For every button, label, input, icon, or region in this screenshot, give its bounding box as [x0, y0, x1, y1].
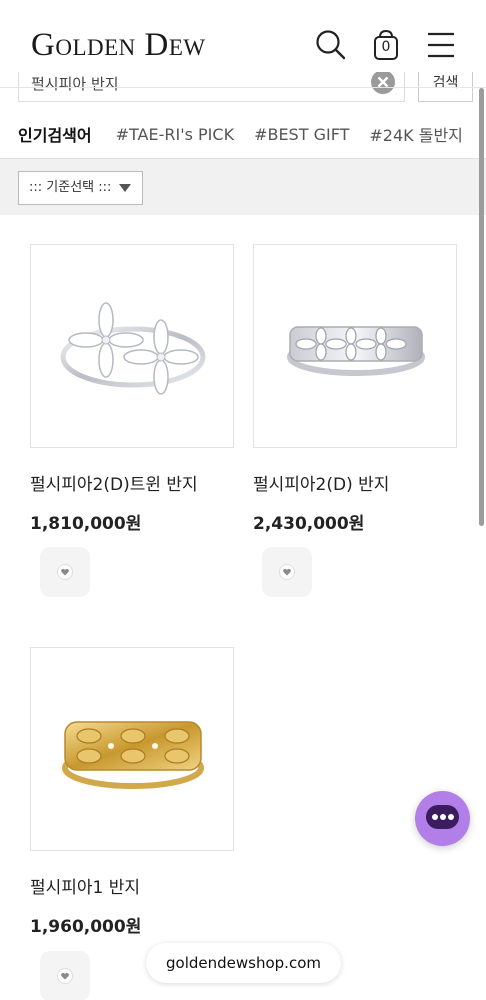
clear-search-icon[interactable]: [371, 72, 395, 94]
product-card[interactable]: 펄시피아1 반지 1,960,000원: [30, 647, 234, 937]
header-divider: [0, 87, 486, 88]
product-image[interactable]: [30, 647, 234, 851]
wishlist-button[interactable]: [40, 951, 90, 1000]
heart-icon: [57, 968, 73, 984]
keyword-link[interactable]: #24K 돌반지: [369, 122, 463, 146]
product-image[interactable]: [30, 244, 234, 448]
search-icon[interactable]: [314, 28, 348, 62]
product-card[interactable]: 펄시피아2(D)트윈 반지 1,810,000원: [30, 244, 234, 534]
wishlist-button[interactable]: [40, 547, 90, 597]
wishlist-button[interactable]: [262, 547, 312, 597]
product-image[interactable]: [253, 244, 457, 448]
product-card[interactable]: 펄시피아2(D) 반지 2,430,000원: [253, 244, 457, 534]
chat-bubble-icon: [426, 805, 459, 829]
dropdown-arrow-icon: [119, 184, 131, 192]
keyword-link[interactable]: #TAE-RI's PICK: [116, 125, 234, 144]
heart-icon: [57, 564, 73, 580]
product-price: 2,430,000원: [253, 514, 365, 534]
hamburger-menu-icon[interactable]: [425, 28, 459, 62]
site-logo[interactable]: Golden Dew: [31, 27, 206, 64]
chat-button[interactable]: [415, 791, 470, 846]
product-name[interactable]: 펄시피아2(D) 반지: [253, 470, 457, 495]
browser-url-pill[interactable]: goldendewshop.com: [146, 943, 341, 983]
cart-count: 0: [381, 39, 391, 55]
product-price: 1,960,000원: [30, 917, 142, 937]
scrollbar[interactable]: [479, 88, 484, 526]
product-name[interactable]: 펄시피아2(D)트윈 반지: [30, 470, 234, 495]
popular-keywords-title: 인기검색어: [18, 126, 92, 145]
sort-bar: ::: 기준선택 :::: [0, 158, 486, 215]
search-input[interactable]: [31, 74, 361, 92]
sort-select-value: ::: 기준선택 :::: [29, 180, 112, 195]
popular-keywords: 인기검색어 #TAE-RI's PICK #BEST GIFT #24K 돌반지: [0, 112, 486, 156]
keyword-link[interactable]: #BEST GIFT: [254, 125, 349, 144]
heart-icon: [279, 564, 295, 580]
sort-select[interactable]: ::: 기준선택 :::: [18, 171, 143, 205]
shopping-bag-icon[interactable]: 0: [369, 28, 403, 62]
product-price: 1,810,000원: [30, 514, 142, 534]
product-name[interactable]: 펄시피아1 반지: [30, 873, 234, 898]
